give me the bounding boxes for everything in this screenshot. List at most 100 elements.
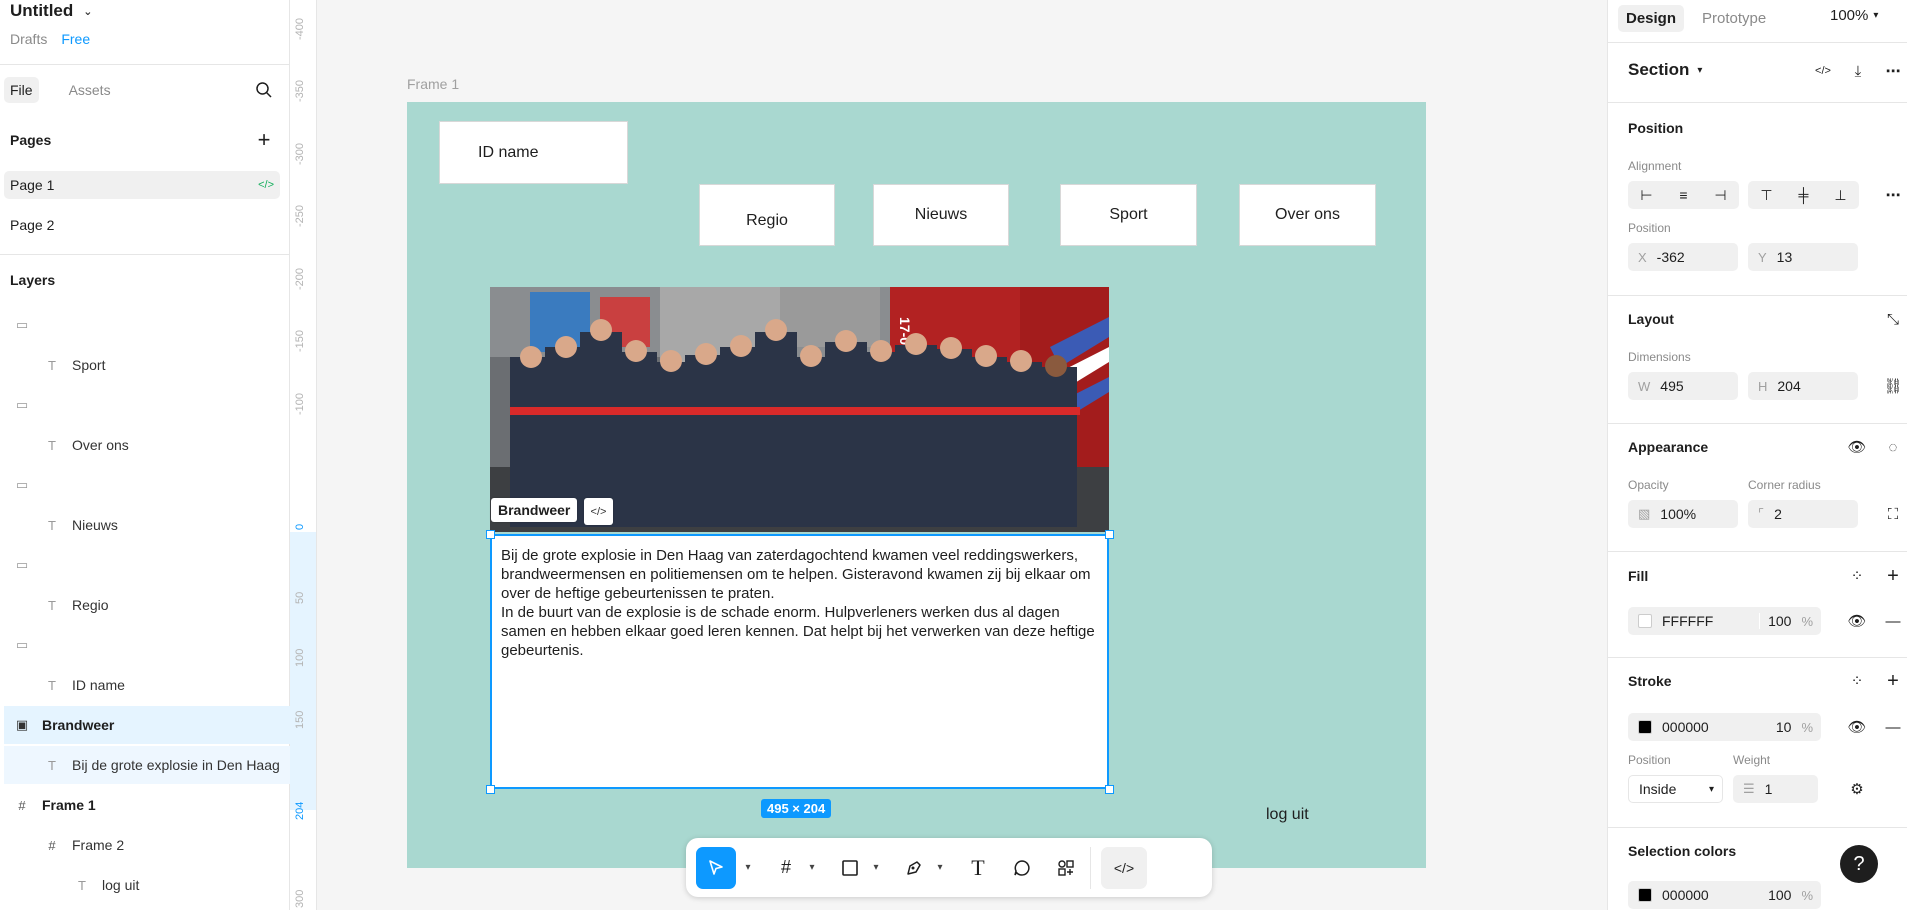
styles-icon[interactable]: ⁘ (1845, 669, 1869, 693)
layer-text-id-name[interactable]: T ID name (4, 666, 290, 704)
nav-nieuws[interactable]: Nieuws (873, 184, 1009, 246)
body-text-box[interactable]: Bij de grote explosie in Den Haag van za… (490, 534, 1109, 789)
layer-section[interactable]: ▭ (4, 626, 290, 664)
id-name-box[interactable]: ID name (439, 121, 628, 184)
divider (1608, 551, 1907, 552)
layer-section[interactable]: ▭ (4, 546, 290, 584)
selection-color-swatch[interactable] (1638, 888, 1652, 902)
stroke-weight-field[interactable]: ☰ 1 (1733, 775, 1818, 803)
rectangle-tool-icon[interactable] (836, 847, 864, 889)
chevron-down-icon[interactable]: ⌄ (83, 5, 92, 18)
align-left-icon[interactable]: ⊢ (1628, 187, 1665, 204)
resize-handle[interactable] (486, 785, 495, 794)
fill-swatch[interactable] (1638, 614, 1652, 628)
text-tool-icon[interactable]: T (964, 847, 992, 889)
drafts-link[interactable]: Drafts (10, 31, 47, 47)
zoom-dropdown[interactable]: 100% ▾ (1830, 7, 1878, 24)
plan-badge[interactable]: Free (61, 31, 90, 47)
frame-label[interactable]: Frame 1 (407, 76, 459, 92)
tab-design[interactable]: Design (1618, 5, 1685, 32)
layer-text-sport[interactable]: T Sport (4, 346, 290, 384)
align-top-icon[interactable]: ⊤ (1748, 187, 1785, 204)
stroke-swatch[interactable] (1638, 720, 1652, 734)
stroke-position-select[interactable]: Inside ▾ (1628, 775, 1723, 803)
layer-text-regio[interactable]: T Regio (4, 586, 290, 624)
download-icon[interactable]: ⤓ (1846, 59, 1870, 83)
eye-icon[interactable]: 👁 (1845, 435, 1869, 459)
more-icon[interactable]: ⋯ (1881, 183, 1905, 207)
help-icon[interactable]: ? (1840, 845, 1878, 883)
align-center-h-icon[interactable]: ≡ (1665, 187, 1702, 203)
independent-corners-icon[interactable]: ⛶ (1881, 502, 1905, 526)
align-right-icon[interactable]: ⊣ (1702, 187, 1739, 204)
selection-color-hex: 000000 (1662, 887, 1709, 903)
layer-section-brandweer[interactable]: ▣ Brandweer (4, 706, 290, 744)
tab-prototype[interactable]: Prototype (1694, 5, 1774, 32)
remove-stroke-icon[interactable]: — (1881, 715, 1905, 739)
frame-tool-icon[interactable]: # (772, 847, 800, 889)
layer-section[interactable]: ▭ (4, 386, 290, 424)
selection-color-field[interactable]: 000000 100 % (1628, 881, 1821, 909)
search-icon[interactable] (252, 78, 276, 102)
page-item-2[interactable]: Page 2 (4, 211, 280, 239)
height-field[interactable]: H 204 (1748, 372, 1858, 400)
section-label-brandweer[interactable]: Brandweer (491, 498, 578, 522)
code-icon[interactable]: </> (584, 498, 613, 525)
nav-over-ons[interactable]: Over ons (1239, 184, 1376, 246)
layer-section[interactable]: ▭ (4, 306, 290, 344)
opacity-field[interactable]: ▧ 100% (1628, 500, 1738, 528)
opacity-icon: ▧ (1638, 506, 1651, 521)
chevron-down-icon[interactable]: ▾ (868, 847, 884, 889)
add-stroke-icon[interactable]: + (1881, 669, 1905, 693)
file-title[interactable]: Untitled ⌄ (10, 1, 93, 21)
resize-handle[interactable] (486, 530, 495, 539)
layer-frame-1[interactable]: # Frame 1 (4, 786, 290, 824)
tab-assets[interactable]: Assets (63, 77, 117, 103)
pen-tool-icon[interactable] (900, 847, 928, 889)
corner-radius-field[interactable]: ⌜ 2 (1748, 500, 1858, 528)
layer-section[interactable]: ▭ (4, 466, 290, 504)
resize-handle[interactable] (1105, 785, 1114, 794)
nav-regio[interactable]: Regio (699, 184, 835, 246)
layer-text-nieuws[interactable]: T Nieuws (4, 506, 290, 544)
stroke-percent: % (1801, 719, 1813, 735)
x-field[interactable]: X -362 (1628, 243, 1738, 271)
align-bottom-icon[interactable]: ⊥ (1822, 187, 1859, 204)
dimensions-label: Dimensions (1628, 350, 1691, 364)
comment-tool-icon[interactable] (1008, 847, 1036, 889)
y-field[interactable]: Y 13 (1748, 243, 1858, 271)
actions-tool-icon[interactable] (1052, 847, 1080, 889)
page-item-1[interactable]: Page 1 </> (4, 171, 280, 199)
stroke-settings-icon[interactable]: ⚙ (1845, 777, 1869, 801)
logout-text[interactable]: log uit (1266, 806, 1309, 824)
blend-mode-icon[interactable]: ◌ (1881, 435, 1905, 459)
tab-file[interactable]: File (4, 77, 39, 103)
collapse-icon[interactable]: ⤡ (1881, 307, 1905, 331)
eye-icon[interactable]: 👁 (1845, 715, 1869, 739)
more-icon[interactable]: ⋯ (1881, 59, 1905, 83)
selection-type-dropdown[interactable]: Section ▾ (1628, 60, 1702, 80)
dev-mode-toggle-icon[interactable]: </> (1101, 846, 1147, 889)
firefighters-photo[interactable]: 17-0532 (490, 287, 1109, 532)
nav-sport[interactable]: Sport (1060, 184, 1197, 246)
move-tool-icon[interactable] (696, 846, 736, 889)
align-middle-icon[interactable]: ╪ (1785, 187, 1822, 203)
layer-text-log-uit[interactable]: Tlog uit (4, 866, 290, 904)
width-field[interactable]: W 495 (1628, 372, 1738, 400)
add-fill-icon[interactable]: + (1881, 564, 1905, 588)
stroke-field[interactable]: 000000 10 % (1628, 713, 1821, 741)
remove-fill-icon[interactable]: — (1881, 609, 1905, 633)
add-page-icon[interactable]: + (252, 127, 276, 152)
constrain-proportions-icon[interactable]: ⛓ (1881, 374, 1905, 398)
resize-handle[interactable] (1105, 530, 1114, 539)
layer-text-body[interactable]: T Bij de grote explosie in Den Haag (4, 746, 290, 784)
layer-frame-2[interactable]: # Frame 2 (4, 826, 290, 864)
chevron-down-icon[interactable]: ▾ (804, 847, 820, 889)
styles-icon[interactable]: ⁘ (1845, 564, 1869, 588)
code-icon[interactable]: </> (1811, 59, 1835, 83)
eye-icon[interactable]: 👁 (1845, 609, 1869, 633)
layer-text-over-ons[interactable]: T Over ons (4, 426, 290, 464)
chevron-down-icon[interactable]: ▾ (932, 847, 948, 889)
chevron-down-icon[interactable]: ▾ (740, 847, 756, 889)
fill-field[interactable]: FFFFFF 100 % (1628, 607, 1821, 635)
